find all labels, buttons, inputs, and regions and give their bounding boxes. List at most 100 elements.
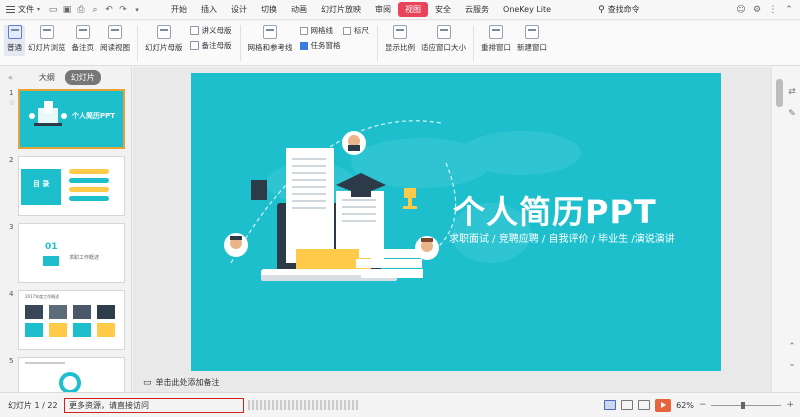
tab-transitions[interactable]: 切换 — [254, 2, 284, 17]
tab-outline[interactable]: 大纲 — [33, 70, 61, 85]
vertical-scrollbar[interactable]: ⇄ ✎ ⌃ ⌄ — [771, 67, 800, 392]
tab-cloud[interactable]: 云服务 — [458, 2, 496, 17]
save-icon[interactable]: ▣ — [60, 3, 74, 17]
more-dropdown-icon[interactable]: ▾ — [130, 3, 144, 17]
slide-title[interactable]: 个人简历PPT — [453, 187, 657, 233]
handout-master-button[interactable]: 讲义母版 — [189, 25, 232, 36]
menu-bar: 文件 ▾ ▭ ▣ ⎙ ⌕ ↶ ↷ ▾ 开始 插入 设计 切换 动画 幻灯片放映 … — [0, 0, 800, 20]
notes-page-button[interactable]: 备注页 — [69, 25, 98, 53]
ruler-checkbox[interactable]: 标尺 — [343, 25, 369, 36]
animation-star-icon: ☆ — [9, 99, 16, 107]
slide-browse-label: 幻灯片浏览 — [28, 43, 66, 52]
slide-browse-button[interactable]: 幻灯片浏览 — [25, 25, 69, 53]
notes-bar[interactable]: ▭ 单击此处添加备注 — [133, 373, 778, 392]
zoom-slider[interactable] — [711, 401, 782, 409]
tab-insert[interactable]: 插入 — [194, 2, 224, 17]
share-icon[interactable]: ⇄ — [786, 87, 798, 99]
fit-window-button[interactable]: 适应窗口大小 — [418, 25, 469, 53]
slide-thumbnail[interactable]: 2 目 录 — [0, 156, 132, 218]
thumb-title: 2017年度工作概述 — [25, 294, 60, 299]
tab-design[interactable]: 设计 — [224, 2, 254, 17]
book — [361, 269, 423, 278]
thumb-item — [69, 169, 109, 174]
scroll-down-icon[interactable]: ⌄ — [786, 359, 798, 371]
reading-view-icon[interactable] — [638, 400, 651, 410]
slide-number: 1 — [9, 89, 14, 97]
file-menu[interactable]: 文件 ▾ — [0, 0, 46, 20]
grid-guides-button[interactable]: 网格和参考线 — [245, 25, 296, 53]
ruler-check-box[interactable] — [343, 26, 351, 35]
notes-page-label: 备注页 — [71, 43, 95, 52]
command-search[interactable]: ⚲ 查找命令 — [598, 4, 640, 15]
thumb-title: 个人简历PPT — [72, 112, 116, 120]
notes-master-button[interactable]: 备注母版 — [189, 40, 232, 51]
gridlines-checkbox[interactable]: 网格线 — [299, 25, 333, 36]
slide-thumbnail[interactable]: 1 ☆ 个人简历PPT — [0, 89, 132, 151]
slide-number: 5 — [9, 357, 14, 365]
print-preview-icon[interactable]: ⌕ — [88, 3, 102, 17]
tab-review[interactable]: 审阅 — [368, 2, 398, 17]
show-options: 网格线 标尺 任务窗格 — [296, 25, 374, 51]
reading-view-button[interactable]: 阅读视图 — [97, 25, 133, 53]
resource-notice-text: 更多资源，请直接访问 — [69, 400, 149, 410]
scroll-track[interactable] — [776, 75, 783, 375]
tab-animation[interactable]: 动画 — [284, 2, 314, 17]
tab-view[interactable]: 视图 — [398, 2, 429, 17]
undo-icon[interactable]: ↶ — [102, 3, 116, 17]
thumb-item — [69, 187, 109, 192]
comment-icon: ▭ — [143, 377, 152, 388]
task-pane-check-box[interactable] — [299, 41, 308, 50]
task-pane-checkbox[interactable]: 任务窗格 — [299, 40, 370, 51]
divider — [137, 25, 138, 61]
pen-icon[interactable]: ✎ — [786, 109, 798, 121]
slide-thumbnail[interactable]: 5 — [0, 357, 132, 392]
zoom-slider-knob[interactable] — [741, 401, 746, 409]
rearrange-windows-button[interactable]: 重排窗口 — [478, 25, 514, 53]
slide-master-button[interactable]: 幻灯片母版 — [142, 25, 186, 53]
zoom-level[interactable]: 62% — [676, 401, 694, 410]
collapse-ribbon-icon[interactable]: ⌃ — [782, 3, 796, 17]
slide-thumbnail[interactable]: 3 01 求职工作概述 — [0, 223, 132, 285]
tab-onekey[interactable]: OneKey Lite — [496, 3, 558, 16]
handout-master-label: 讲义母版 — [201, 26, 232, 35]
play-slideshow-icon[interactable] — [655, 398, 672, 412]
divider — [377, 25, 378, 61]
tab-security[interactable]: 安全 — [428, 2, 458, 17]
tab-slideshow[interactable]: 幻灯片放映 — [314, 2, 368, 17]
more-icon[interactable]: ⋮ — [766, 3, 780, 17]
smiley-icon[interactable]: ☺ — [734, 3, 748, 17]
notes-placeholder[interactable]: 单击此处添加备注 — [156, 377, 220, 388]
slide-counter: 幻灯片 1 / 22 — [8, 400, 58, 410]
thumb-bar — [25, 323, 43, 337]
zoom-out-icon[interactable]: − — [699, 400, 707, 410]
tab-home[interactable]: 开始 — [164, 2, 194, 17]
tab-slides[interactable]: 幻灯片 — [64, 69, 101, 85]
redo-icon[interactable]: ↷ — [116, 3, 130, 17]
gear-icon[interactable]: ⚙ — [750, 3, 764, 17]
zoom-button[interactable]: 显示比例 — [382, 25, 418, 53]
thumb-header-line — [25, 362, 65, 364]
slide-canvas[interactable]: 个人简历PPT 求职面试 / 竞聘应聘 / 自我评价 / 毕业生 /演说演讲 — [191, 73, 721, 371]
document-sheet — [336, 191, 384, 259]
book — [359, 249, 421, 258]
scroll-thumb[interactable] — [776, 79, 783, 107]
zoom-in-icon[interactable]: + — [786, 400, 794, 410]
slide-subtitle[interactable]: 求职面试 / 竞聘应聘 / 自我评价 / 毕业生 /演说演讲 — [449, 230, 675, 245]
normal-view-button[interactable]: 普通 — [4, 25, 25, 56]
print-icon[interactable]: ⎙ — [74, 3, 88, 17]
thumb-photo — [25, 305, 43, 319]
thumb-monitor — [43, 256, 59, 266]
rearrange-windows-icon — [489, 25, 503, 39]
view-controls: 62% − + — [604, 398, 800, 412]
panel-tabs: « 大纲 幻灯片 — [0, 67, 131, 87]
gridlines-check-box[interactable] — [299, 26, 308, 35]
collapse-panel-icon[interactable]: « — [8, 73, 13, 82]
slide-sorter-icon[interactable] — [621, 400, 634, 410]
normal-view-icon[interactable] — [604, 400, 617, 410]
slide-thumbnail[interactable]: 4 2017年度工作概述 — [0, 290, 132, 352]
rearrange-windows-label: 重排窗口 — [481, 43, 511, 52]
new-window-button[interactable]: 新建窗口 — [514, 25, 550, 53]
scroll-up-icon[interactable]: ⌃ — [786, 342, 798, 354]
resource-notice[interactable]: 更多资源，请直接访问 — [64, 397, 244, 413]
open-folder-icon[interactable]: ▭ — [46, 3, 60, 17]
